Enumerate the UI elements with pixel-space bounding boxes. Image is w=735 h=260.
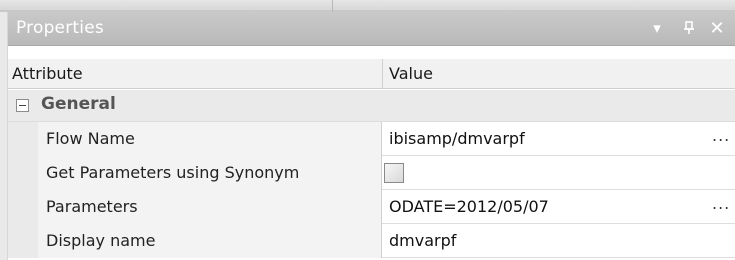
header-gap: [8, 47, 735, 59]
display-name-value[interactable]: dmvarpf: [389, 231, 456, 250]
property-row-flow-name[interactable]: Flow Name ibisamp/dmvarpf ...: [8, 122, 735, 156]
top-strip-divider: [332, 0, 333, 12]
property-row-display-name[interactable]: Display name dmvarpf: [8, 224, 735, 258]
group-label: General: [41, 94, 116, 114]
property-label: Parameters: [38, 190, 382, 224]
pin-icon-glyph: [684, 21, 694, 34]
property-row-parameters[interactable]: Parameters ODATE=2012/05/07 ...: [8, 190, 735, 224]
group-general[interactable]: General: [8, 90, 735, 122]
property-label: Display name: [38, 224, 382, 258]
flow-name-value[interactable]: ibisamp/dmvarpf: [389, 129, 525, 148]
dropdown-icon[interactable]: ▾: [646, 15, 668, 41]
row-indent: [8, 122, 38, 156]
parameters-browse-button[interactable]: ...: [712, 194, 734, 218]
column-separator[interactable]: [382, 59, 383, 89]
properties-panel: Properties ▾ ✕ Attribute Value General F…: [0, 0, 735, 260]
panel-title-bar[interactable]: Properties ▾ ✕: [8, 12, 735, 46]
row-indent: [8, 156, 38, 190]
property-label: Get Parameters using Synonym: [38, 156, 382, 190]
column-header: Attribute Value: [8, 59, 735, 89]
row-indent: [8, 224, 38, 258]
panel-title: Properties: [16, 18, 104, 38]
property-label: Flow Name: [38, 122, 382, 156]
top-strip: [0, 0, 735, 12]
get-parameters-checkbox[interactable]: [384, 163, 404, 183]
parameters-value[interactable]: ODATE=2012/05/07: [389, 197, 549, 216]
collapse-toggle-icon[interactable]: [16, 99, 29, 112]
close-icon[interactable]: ✕: [706, 15, 728, 41]
row-indent: [8, 190, 38, 224]
flow-name-browse-button[interactable]: ...: [712, 126, 734, 150]
pin-icon[interactable]: [678, 15, 700, 41]
property-row-get-parameters[interactable]: Get Parameters using Synonym: [8, 156, 735, 190]
attribute-column-header[interactable]: Attribute: [12, 64, 83, 83]
left-gutter: [0, 12, 8, 260]
value-column-header[interactable]: Value: [389, 64, 433, 83]
property-rows: Flow Name ibisamp/dmvarpf ... Get Parame…: [8, 122, 735, 258]
